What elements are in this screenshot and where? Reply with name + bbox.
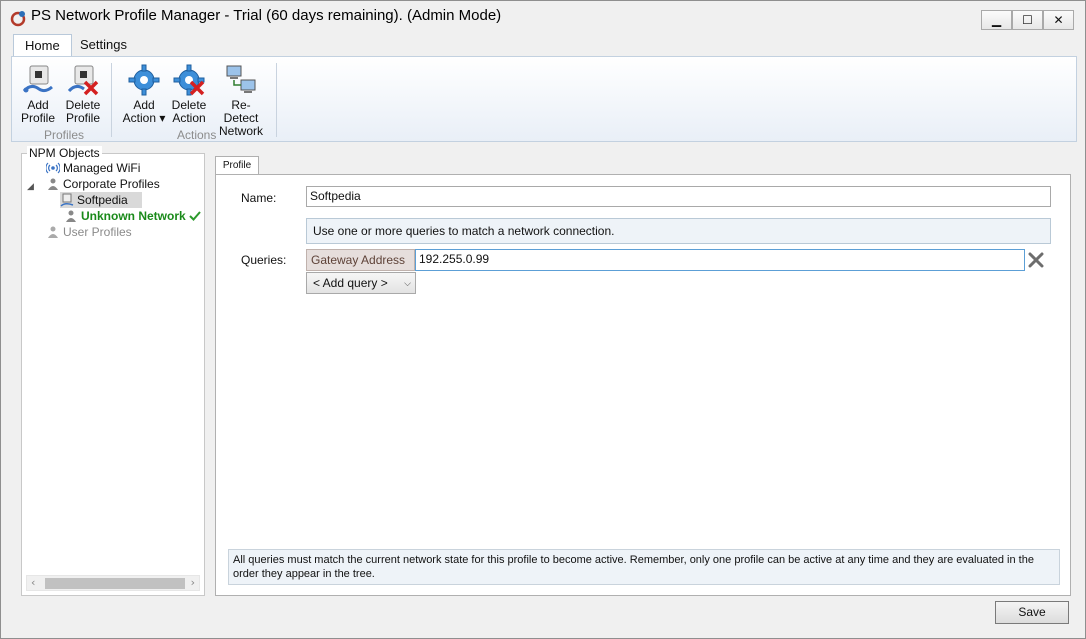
tree-item-label: User Profiles [63, 225, 132, 239]
network-user-icon [66, 210, 76, 222]
delete-profile-icon [67, 65, 99, 96]
close-button[interactable]: ✕ [1043, 10, 1074, 30]
tree-item-user-profiles[interactable]: User Profiles [46, 224, 132, 240]
delete-profile-button[interactable]: Delete Profile [64, 63, 102, 125]
add-action-button[interactable]: Add Action ▾ [122, 63, 166, 125]
gear-icon [128, 64, 160, 96]
save-button[interactable]: Save [995, 601, 1069, 624]
query-type-label: Gateway Address [306, 249, 415, 271]
tree-legend: NPM Objects [27, 146, 102, 160]
add-query-label: < Add query > [313, 276, 388, 290]
app-logo-icon [10, 11, 26, 27]
checkmark-icon [189, 211, 201, 221]
collapse-arrow-icon[interactable]: ◢ [27, 182, 34, 192]
delete-action-label-2: Action [172, 111, 206, 125]
delete-action-button[interactable]: Delete Action [170, 63, 208, 125]
ribbon-separator [276, 63, 277, 137]
profile-icon [60, 193, 74, 207]
chevron-down-icon: ⌵ [404, 278, 411, 288]
tree-item-label: Unknown Network [81, 209, 186, 223]
profiles-group-label: Profiles [44, 128, 85, 142]
remove-query-icon[interactable] [1027, 251, 1045, 269]
tree-item-corporate-profiles[interactable]: Corporate Profiles [46, 176, 160, 192]
tree-item-label: Softpedia [77, 193, 128, 207]
note-line-1: All queries must match the current netwo… [233, 554, 1034, 566]
redetect-network-button[interactable]: Re-Detect Network [214, 63, 268, 138]
tree-item-label: Corporate Profiles [63, 177, 160, 191]
maximize-button[interactable]: ☐ [1012, 10, 1043, 30]
delete-profile-label-2: Profile [65, 111, 100, 125]
add-action-label-2: Action ▾ [122, 111, 166, 125]
activation-note: All queries must match the current netwo… [228, 549, 1060, 585]
user-icon [48, 178, 58, 190]
add-profile-icon [22, 65, 53, 93]
network-computers-icon [226, 65, 256, 93]
npm-objects-tree: NPM Objects Managed WiFi ◢ Corporate Pro… [21, 146, 205, 596]
tree-item-managed-wifi[interactable]: Managed WiFi [46, 160, 140, 176]
tree-horizontal-scrollbar[interactable]: ‹ › [26, 575, 200, 591]
window-title: PS Network Profile Manager - Trial (60 d… [31, 7, 502, 24]
tree-item-unknown-network[interactable]: Unknown Network [64, 208, 201, 224]
scrollbar-thumb[interactable] [45, 578, 185, 589]
ribbon-toolbar: Add Profile Delete Profile Profiles Add … [11, 56, 1077, 142]
name-label: Name: [241, 191, 277, 205]
tab-settings[interactable]: Settings [69, 34, 138, 57]
user-icon [48, 226, 58, 238]
tree-item-label: Managed WiFi [63, 161, 141, 175]
gateway-address-input[interactable]: 192.255.0.99 [415, 249, 1025, 271]
note-line-2: order they appear in the tree. [233, 568, 375, 580]
queries-info-box: Use one or more queries to match a netwo… [306, 218, 1051, 244]
scroll-left-arrow-icon[interactable]: ‹ [31, 576, 35, 589]
scroll-right-arrow-icon[interactable]: › [191, 576, 195, 589]
redetect-label-2: Network [218, 124, 263, 138]
title-bar: PS Network Profile Manager - Trial (60 d… [1, 1, 1085, 32]
wifi-icon [46, 162, 60, 174]
tab-home[interactable]: Home [13, 34, 72, 57]
profile-name-input[interactable]: Softpedia [306, 186, 1051, 207]
add-profile-label-2: Profile [20, 111, 55, 125]
tab-profile[interactable]: Profile [215, 156, 259, 175]
ribbon-tabs: Home Settings [1, 32, 1085, 57]
queries-label: Queries: [241, 253, 287, 267]
profile-panel: Name: Softpedia Use one or more queries … [215, 174, 1071, 596]
tree-item-softpedia[interactable]: Softpedia [60, 192, 142, 208]
add-profile-button[interactable]: Add Profile [20, 63, 56, 125]
add-query-dropdown[interactable]: < Add query > ⌵ [306, 272, 416, 294]
gear-delete-icon [173, 64, 205, 96]
ribbon-separator [111, 63, 112, 137]
actions-group-label: Actions [177, 128, 217, 142]
app-window: PS Network Profile Manager - Trial (60 d… [0, 0, 1086, 639]
redetect-label-1: Re-Detect [223, 98, 259, 125]
minimize-button[interactable]: ▁ [981, 10, 1012, 30]
